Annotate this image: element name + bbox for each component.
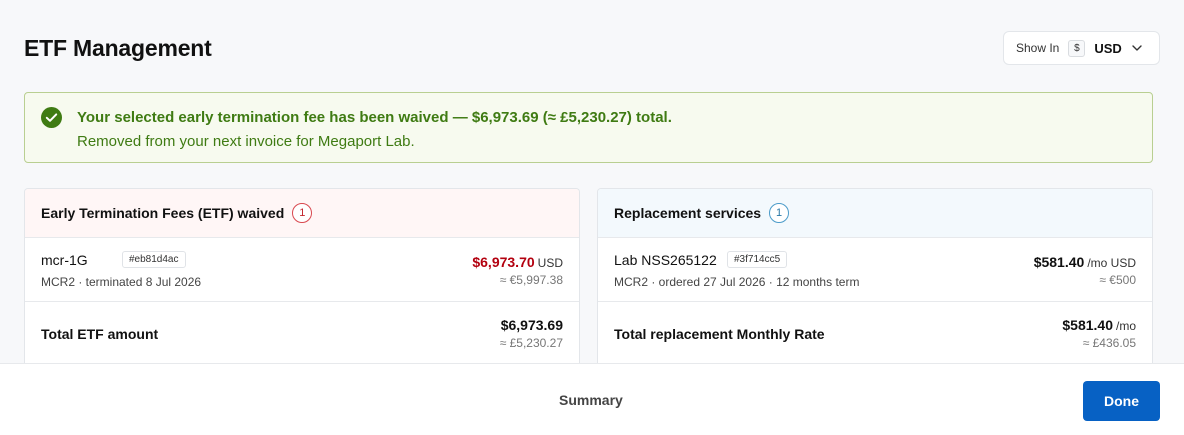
replacement-services-panel: Replacement services 1 Lab NSS265122 #3f… <box>597 188 1153 363</box>
replacement-service-row: Lab NSS265122 #3f714cc5 MCR2 · ordered 2… <box>598 238 1152 302</box>
check-circle-icon <box>41 107 62 128</box>
replacement-count-badge: 1 <box>769 203 790 223</box>
currency-selector-value: USD <box>1094 40 1122 56</box>
alert-headline: Your selected early termination fee has … <box>77 109 672 126</box>
replacement-amount-unit: /mo USD <box>1087 256 1136 270</box>
replacement-total-label: Total replacement Monthly Rate <box>614 326 825 342</box>
etf-panel-header: Early Termination Fees (ETF) waived 1 <box>25 189 579 238</box>
etf-total-converted: ≈ £5,230.27 <box>499 336 563 350</box>
etf-waived-panel: Early Termination Fees (ETF) waived 1 mc… <box>24 188 580 363</box>
service-details: MCR2 · ordered 27 Jul 2026 · 12 months t… <box>614 275 860 289</box>
replacement-panel-title: Replacement services <box>614 205 762 221</box>
service-name: Lab NSS265122 <box>614 252 717 268</box>
etf-service-row: mcr-1G #eb81d4ac MCR2 · terminated 8 Jul… <box>25 238 579 302</box>
currency-selector[interactable]: Show In $ USD <box>1003 31 1160 65</box>
etf-amount-unit: USD <box>537 256 563 270</box>
dollar-icon: $ <box>1068 39 1086 57</box>
etf-panel-title: Early Termination Fees (ETF) waived <box>41 205 285 221</box>
replacement-total-value: $581.40 <box>1062 317 1113 333</box>
replacement-amount-value: $581.40 <box>1033 254 1085 270</box>
etf-total-amount: $6,973.69 <box>500 317 563 333</box>
replacement-total-unit: /mo <box>1115 319 1136 333</box>
alert-detail: Removed from your next invoice for Megap… <box>77 133 415 150</box>
service-id-tag: #3f714cc5 <box>727 251 788 268</box>
etf-total-row: Total ETF amount $6,973.69 ≈ £5,230.27 <box>25 302 579 363</box>
success-alert: Your selected early termination fee has … <box>24 92 1153 163</box>
service-name: mcr-1G <box>41 252 88 268</box>
replacement-converted-amount: ≈ €500 <box>1099 273 1136 287</box>
etf-converted-amount: ≈ €5,997.38 <box>499 273 563 287</box>
replacement-panel-header: Replacement services 1 <box>598 189 1152 238</box>
replacement-total-amount: $581.40/mo <box>1062 317 1136 333</box>
replacement-total-row: Total replacement Monthly Rate $581.40/m… <box>598 302 1152 363</box>
replacement-amount: $581.40/mo USD <box>1034 254 1136 270</box>
page-title: ETF Management <box>24 35 212 61</box>
service-id-tag: #eb81d4ac <box>122 251 186 268</box>
footer-bar: Summary Done <box>0 363 1184 435</box>
etf-count-badge: 1 <box>292 203 313 223</box>
chevron-down-icon <box>1132 45 1142 51</box>
service-details: MCR2 · terminated 8 Jul 2026 <box>41 275 202 289</box>
etf-total-label: Total ETF amount <box>41 326 159 342</box>
etf-amount-value: $6,973.70 <box>472 254 535 270</box>
currency-selector-label: Show In <box>1016 41 1060 55</box>
page-header: ETF Management Show In $ USD <box>24 31 1160 65</box>
etf-amount: $6,973.70 USD <box>472 254 563 270</box>
done-button[interactable]: Done <box>1083 381 1160 421</box>
summary-button[interactable]: Summary <box>559 392 623 408</box>
replacement-total-converted: ≈ £436.05 <box>1082 336 1136 350</box>
